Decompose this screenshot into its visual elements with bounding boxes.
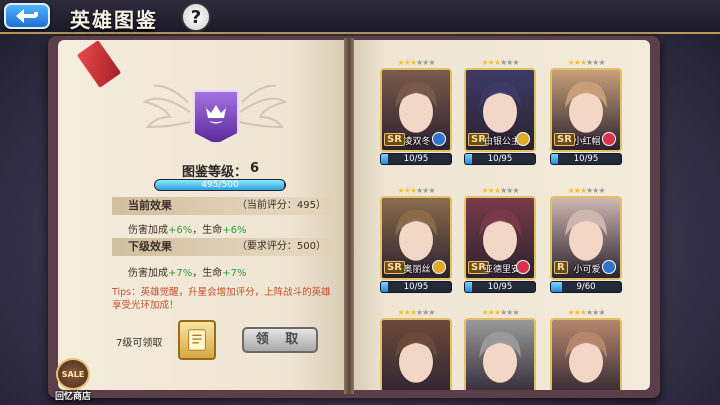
hero-shard-bar: 10/95 xyxy=(464,153,536,165)
hero-card[interactable]: ★★★★★★ xyxy=(550,308,622,390)
back-button[interactable] xyxy=(4,3,50,29)
hero-card[interactable]: ★★★★★★ SR 小红帽 10/95 xyxy=(550,58,622,165)
tips-text: Tips：英雄觉醒，升星会增加评分，上阵战斗的英雄享受光环加成！ xyxy=(112,287,331,311)
hero-stars: ★★★★★★ xyxy=(464,58,536,68)
current-effect-label: 当前效果 xyxy=(128,199,172,212)
reward-item[interactable] xyxy=(178,320,216,360)
element-icon xyxy=(516,260,530,274)
top-bar: 英雄图鉴 ? xyxy=(0,0,720,34)
star-icon: ★ xyxy=(512,186,519,195)
hero-portrait[interactable]: SR 凌双冬 xyxy=(380,68,452,152)
codex-level-label: 图鉴等级： xyxy=(182,165,248,180)
hero-card[interactable]: ★★★★★★ xyxy=(380,308,452,390)
element-icon xyxy=(602,260,616,274)
hero-portrait[interactable]: SR 亚德里安 xyxy=(464,196,536,280)
star-icon: ★ xyxy=(598,58,605,67)
shard-count: 10/95 xyxy=(403,282,429,292)
hp-bonus-label: ，生命 xyxy=(192,225,223,236)
codex-level-value: 6 xyxy=(250,161,260,176)
shard-count: 9/60 xyxy=(576,282,596,292)
hero-name: 白银公主 xyxy=(484,137,518,147)
star-icon: ★ xyxy=(598,308,605,317)
hero-card[interactable]: ★★★★★★ SR 奥丽丝 10/95 xyxy=(380,186,452,293)
hero-card[interactable]: ★★★★★★ SR 白银公主 10/95 xyxy=(464,58,536,165)
hero-name: 亚德里安 xyxy=(484,265,518,275)
shard-count: 10/95 xyxy=(573,154,599,164)
hero-card[interactable]: ★★★★★★ xyxy=(464,308,536,390)
hero-portrait[interactable]: SR 小红帽 xyxy=(550,68,622,152)
next-hp-bonus-label: ，生命 xyxy=(192,268,223,279)
hp-bonus-value: +6% xyxy=(222,225,247,236)
star-icon: ★ xyxy=(428,186,435,195)
hero-stars: ★★★★★★ xyxy=(464,308,536,318)
shard-count: 10/95 xyxy=(487,282,513,292)
hero-shard-bar: 10/95 xyxy=(464,281,536,293)
element-icon xyxy=(516,132,530,146)
crown-flame-icon xyxy=(206,105,226,124)
required-score: （要求评分：500） xyxy=(236,241,326,252)
hero-portrait[interactable] xyxy=(464,318,536,390)
hero-shard-bar: 10/95 xyxy=(550,153,622,165)
current-score: （当前评分：495） xyxy=(236,200,326,211)
hero-portrait[interactable]: SR 白银公主 xyxy=(464,68,536,152)
damage-bonus-label: 伤害加成 xyxy=(128,225,168,236)
hero-card[interactable]: ★★★★★★ SR 亚德里安 10/95 xyxy=(464,186,536,293)
next-damage-bonus-value: +7% xyxy=(168,268,193,279)
codex-exp-text: 495/500 xyxy=(201,180,239,190)
hero-card[interactable]: ★★★★★★ R 小可爱 9/60 xyxy=(550,186,622,293)
element-icon xyxy=(432,260,446,274)
hero-stars: ★★★★★★ xyxy=(550,186,622,196)
shard-count: 10/95 xyxy=(487,154,513,164)
scroll-reward-icon xyxy=(188,329,206,351)
hero-portrait[interactable]: SR 奥丽丝 xyxy=(380,196,452,280)
star-icon: ★ xyxy=(598,186,605,195)
element-icon xyxy=(432,132,446,146)
unlock-requirement: 7级可领取 xyxy=(116,338,163,349)
star-icon: ★ xyxy=(428,308,435,317)
current-effect-header: 当前效果 （当前评分：495） xyxy=(112,197,338,215)
hero-stars: ★★★★★★ xyxy=(550,58,622,68)
next-damage-bonus-label: 伤害加成 xyxy=(128,268,168,279)
next-hp-bonus-value: +7% xyxy=(222,268,247,279)
element-icon xyxy=(602,132,616,146)
shop-label: 回忆商店 xyxy=(54,392,91,402)
star-icon: ★ xyxy=(512,58,519,67)
hero-shard-bar: 9/60 xyxy=(550,281,622,293)
damage-bonus-value: +6% xyxy=(168,225,193,236)
hero-shard-bar: 10/95 xyxy=(380,281,452,293)
hero-rank-badge: R xyxy=(554,261,568,274)
memory-shop-button[interactable]: SALE 回忆商店 xyxy=(50,358,96,404)
current-effect-line: 伤害加成+6%，生命+6% xyxy=(128,221,247,236)
hero-portrait[interactable]: R 小可爱 xyxy=(550,196,622,280)
hero-name: 奥丽丝 xyxy=(403,265,431,275)
page-title: 英雄图鉴 xyxy=(70,8,158,32)
hero-stars: ★★★★★★ xyxy=(380,308,452,318)
hero-stars: ★★★★★★ xyxy=(380,58,452,68)
next-effect-line: 伤害加成+7%，生命+7% xyxy=(128,264,247,279)
book-spine xyxy=(344,38,354,394)
star-icon: ★ xyxy=(428,58,435,67)
shop-icon: SALE xyxy=(56,358,90,390)
hero-card[interactable]: ★★★★★★ SR 凌双冬 10/95 xyxy=(380,58,452,165)
back-arrow-icon xyxy=(16,9,38,23)
hero-name: 小可爱 xyxy=(573,265,601,275)
shard-count: 10/95 xyxy=(403,154,429,164)
hero-name: 小红帽 xyxy=(573,137,601,147)
help-button[interactable]: ? xyxy=(181,2,211,32)
hero-face-icon xyxy=(565,331,607,383)
hero-name: 凌双冬 xyxy=(403,137,431,147)
hero-stars: ★★★★★★ xyxy=(550,308,622,318)
hero-stars: ★★★★★★ xyxy=(380,186,452,196)
hero-portrait[interactable] xyxy=(380,318,452,390)
hero-grid: ★★★★★★ SR 凌双冬 10/95 ★★★★★★ SR 白银公主 10/95 ★★★★★★ S… xyxy=(372,58,628,390)
next-effect-label: 下级效果 xyxy=(128,240,172,253)
hero-shard-bar: 10/95 xyxy=(380,153,452,165)
hero-stars: ★★★★★★ xyxy=(464,186,536,196)
next-effect-header: 下级效果 （要求评分：500） xyxy=(112,238,338,256)
hero-face-icon xyxy=(395,331,437,383)
hero-face-icon xyxy=(479,331,521,383)
claim-button[interactable]: 领 取 xyxy=(242,327,318,353)
hero-portrait[interactable] xyxy=(550,318,622,390)
star-icon: ★ xyxy=(512,308,519,317)
